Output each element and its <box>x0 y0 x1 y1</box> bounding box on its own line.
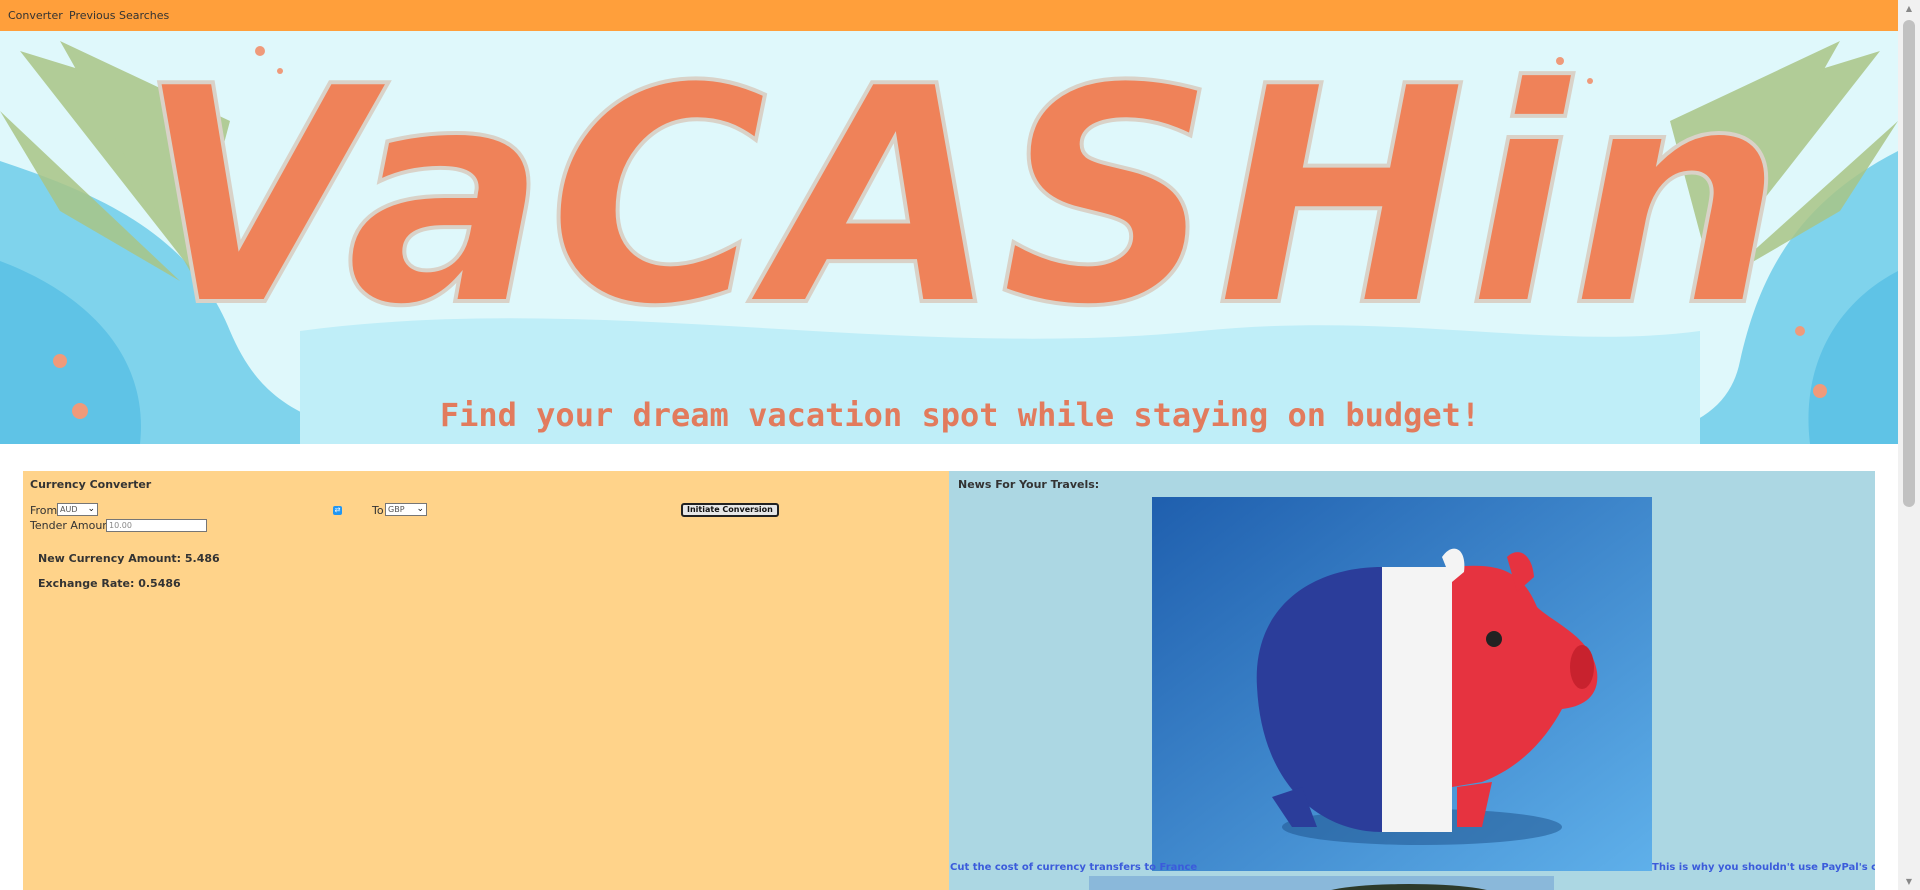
scrollbar-thumb[interactable] <box>1903 20 1915 507</box>
tender-amount-label: Tender Amount <box>30 519 114 532</box>
news-panel: News For Your Travels: Cut the cost of c… <box>949 471 1875 890</box>
nav-link-converter[interactable]: Converter <box>8 9 63 22</box>
banner-tagline: Find your dream vacation spot while stay… <box>440 396 1480 434</box>
news-article-link-france[interactable]: Cut the cost of currency transfers to Fr… <box>950 862 1197 873</box>
from-label: From <box>30 504 58 517</box>
page-scrollbar[interactable]: ▲ ▼ <box>1898 0 1920 890</box>
initiate-conversion-button[interactable]: Initiate Conversion <box>681 503 779 517</box>
to-label: To <box>372 504 384 517</box>
currency-converter-panel: Currency Converter From AUD ⌄ ⇄ To GBP ⌄… <box>23 471 949 890</box>
vacashin-banner: VaCASHin Find your dream vacation spot w… <box>0 31 1898 444</box>
to-currency-value: GBP <box>388 505 405 514</box>
top-navigation-bar: Converter Previous Searches <box>0 0 1898 31</box>
scroll-up-arrow-icon[interactable]: ▲ <box>1898 0 1920 17</box>
nav-link-previous-searches[interactable]: Previous Searches <box>69 9 169 22</box>
news-article-link-paypal[interactable]: This is why you shouldn't use PayPal's c… <box>1652 862 1875 873</box>
news-article-image[interactable] <box>1089 876 1554 890</box>
from-currency-value: AUD <box>60 505 78 514</box>
tender-amount-input[interactable]: 10.00 <box>106 519 207 532</box>
from-currency-select[interactable]: AUD ⌄ <box>57 503 98 516</box>
to-currency-select[interactable]: GBP ⌄ <box>385 503 427 516</box>
exchange-rate: Exchange Rate: 0.5486 <box>38 577 181 590</box>
news-image-2-illustration <box>1089 876 1554 890</box>
french-flag-piggy-bank-image[interactable] <box>1152 497 1652 871</box>
banner-logo-text: VaCASHin <box>136 31 1783 372</box>
scroll-down-arrow-icon[interactable]: ▼ <box>1898 873 1920 890</box>
chevron-down-icon: ⌄ <box>87 504 95 514</box>
piggy-bank-illustration <box>1152 497 1652 871</box>
swap-icon: ⇄ <box>334 506 341 514</box>
news-title: News For Your Travels: <box>958 478 1100 491</box>
banner-illustration: VaCASHin Find your dream vacation spot w… <box>0 31 1898 444</box>
converter-title: Currency Converter <box>30 478 152 491</box>
chevron-down-icon: ⌄ <box>416 504 424 514</box>
swap-currencies-button[interactable]: ⇄ <box>333 506 342 515</box>
new-currency-amount: New Currency Amount: 5.486 <box>38 552 220 565</box>
page: Converter Previous Searches VaCASHin Fin… <box>0 0 1920 890</box>
